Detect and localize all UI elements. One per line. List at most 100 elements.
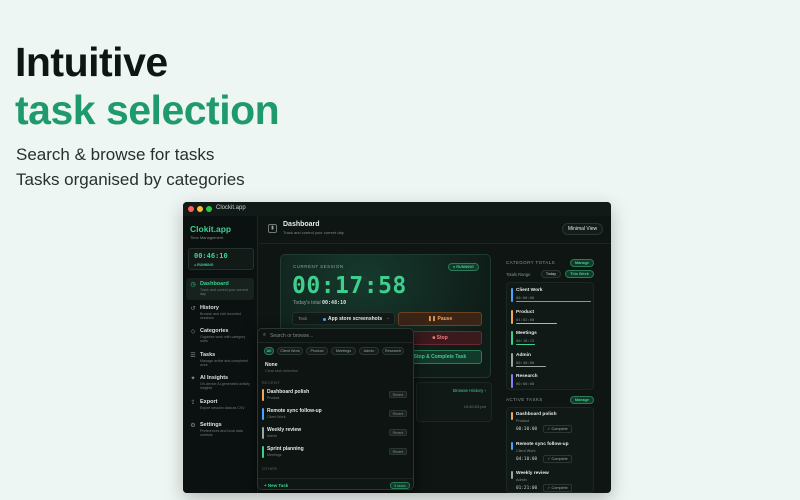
sparkle-icon: ✦ [190, 376, 196, 382]
sidebar-item-label: Categories [200, 328, 229, 334]
task-selector[interactable]: Task App store screenshots ⌄ [292, 312, 395, 325]
category-progress-bar [516, 365, 546, 367]
category-color-bar [511, 352, 513, 367]
category-total-row[interactable]: Client Work 00:00:00 [511, 287, 591, 305]
task-search-input[interactable]: Search or browse... [270, 333, 313, 339]
sidebar-item-desc: Organise work with category rules [200, 335, 246, 344]
category-color-bar [511, 309, 513, 324]
no-task-desc: Clear task selection [265, 369, 299, 373]
filter-chip-all[interactable]: All [264, 347, 274, 355]
filter-chip-client-work[interactable]: Client Work [277, 347, 303, 355]
category-time: 00:00:00 [516, 381, 535, 386]
category-name: Admin [516, 352, 531, 358]
category-time: 00:40:00 [516, 359, 535, 365]
close-window-button[interactable] [188, 206, 194, 212]
task-option-name: Remote sync follow-up [267, 408, 322, 414]
sidebar-item-label: Tasks [200, 351, 216, 358]
active-task-category: Client Work [516, 448, 536, 453]
pause-button[interactable]: ❚❚ Pause [398, 312, 482, 326]
sidebar-toggle-icon[interactable]: ▮ [268, 224, 277, 233]
filter-chip-research[interactable]: Research [382, 347, 404, 355]
tag-icon: ◇ [190, 329, 196, 335]
sidebar-item-desc: Export session data as CSV [200, 405, 245, 410]
complete-task-button[interactable]: ✓ Complete [543, 425, 572, 433]
no-task-option[interactable]: None Clear task selection [265, 362, 298, 373]
brand-logo: Clokit.app [190, 224, 232, 234]
active-task-name: Dashboard polish [516, 412, 557, 417]
active-task-time: 00:30:00 [516, 427, 538, 432]
task-option-category: Meetings [267, 453, 282, 457]
title-bar: Clockit.app [183, 202, 611, 216]
task-search-bar[interactable]: ⌕ Search or browse... [258, 329, 413, 343]
sidebar-item-history[interactable]: ↺ History Browse and edit recorded session… [186, 302, 254, 324]
brand-subtitle: Time Management [190, 235, 224, 240]
active-task-row: Weekly review Admin 01:21:00 ✓ Complete [511, 470, 593, 492]
new-task-button[interactable]: + New Task [264, 483, 288, 488]
active-task-category: Admin [516, 478, 527, 482]
category-name: Client Work [516, 288, 543, 293]
range-option-this-week[interactable]: This Week [565, 270, 594, 278]
mini-timer[interactable]: 00:46:10 ● RUNNING [188, 248, 254, 270]
category-totals-heading: CATEGORY TOTALS [506, 260, 556, 265]
window-title: Clockit.app [216, 205, 246, 211]
hero-subtitle-line2: Tasks organised by categories [16, 170, 245, 189]
complete-task-button[interactable]: ✓ Complete [543, 454, 572, 463]
filter-chip-admin[interactable]: Admin [359, 347, 379, 355]
recent-badge: Recent [389, 391, 407, 398]
sidebar-item-label: Export [200, 398, 218, 405]
filter-chip-meetings[interactable]: Meetings [331, 347, 356, 355]
sidebar-item-ai-insights[interactable]: ✦ AI Insights On-device AI-generated activ… [186, 372, 254, 394]
browse-history-link[interactable]: Browse History › [453, 388, 486, 393]
zoom-window-button[interactable] [206, 206, 212, 212]
sidebar-item-label: Dashboard [200, 281, 229, 287]
complete-task-button[interactable]: ✓ Complete [543, 484, 572, 492]
filter-chip-product[interactable]: Product [306, 347, 328, 355]
task-selector-label: Task [298, 316, 308, 321]
sidebar-item-desc: Manage active and completed work [200, 358, 248, 367]
category-time: 00:00:00 [516, 295, 535, 300]
sidebar-item-dashboard[interactable]: ◷ Dashboard Track and control your current… [186, 278, 254, 300]
minimal-view-button[interactable]: Minimal View [562, 223, 603, 235]
chevron-down-icon: ⌄ [385, 315, 390, 321]
task-option[interactable]: Sprint planning Meetings Recent [262, 445, 411, 461]
task-option[interactable]: Weekly review Admin Recent [262, 426, 411, 442]
task-selector-value: App store screenshots [328, 316, 383, 322]
task-color-bar [511, 471, 513, 479]
sidebar-item-desc: On-device AI-generated activity insights [200, 382, 250, 391]
task-option[interactable]: Remote sync follow-up Client Work Recent [262, 407, 411, 423]
recent-section-heading: RECENT [262, 381, 281, 385]
mini-timer-status: ● RUNNING [194, 263, 214, 267]
manage-categories-button[interactable]: Manage [570, 259, 594, 267]
category-total-row[interactable]: Meetings 00:18:13 [511, 330, 591, 348]
sidebar-item-settings[interactable]: ⚙ Settings Preferences and local data cont… [186, 419, 254, 441]
category-color-bar [511, 331, 513, 345]
task-option-category: Product [267, 396, 280, 400]
sidebar-item-categories[interactable]: ◇ Categories Organise work with category r… [186, 325, 254, 347]
other-section-heading: OTHER [262, 467, 278, 471]
category-name: Meetings [516, 331, 537, 336]
category-progress-bar [516, 322, 558, 324]
category-total-row[interactable]: Product 01:02:00 [511, 309, 591, 327]
category-total-row[interactable]: Admin 00:40:00 [511, 352, 591, 370]
task-option[interactable]: Dashboard polish Product Recent [262, 388, 411, 404]
category-color-bar [511, 288, 513, 302]
task-color-bar [262, 446, 264, 458]
sidebar-item-desc: Track and control your current day [200, 288, 248, 297]
category-total-row[interactable]: Research 00:00:00 [511, 373, 591, 391]
sidebar-item-label: History [200, 304, 219, 311]
sidebar-item-desc: Browse and edit recorded sessions [200, 311, 241, 320]
task-count-badge: 5 tasks [390, 482, 410, 489]
active-task-time: 01:21:00 [516, 486, 538, 491]
category-totals-card: Client Work 00:00:00 Product 01:02:00 Meetin… [506, 282, 594, 390]
manage-tasks-button[interactable]: Manage [570, 396, 594, 404]
recent-badge: Recent [389, 448, 407, 455]
mini-timer-value: 00:46:10 [194, 252, 228, 260]
active-task-row: Dashboard polish Product 00:30:00 ✓ Complet… [511, 411, 593, 437]
category-color-bar [511, 374, 513, 388]
sidebar-item-export[interactable]: ⇪ Export Export session data as CSV [186, 396, 254, 418]
active-tasks-heading: ACTIVE TASKS [506, 397, 543, 402]
range-option-today[interactable]: Today [541, 270, 561, 278]
active-tasks-card: Dashboard polish Product 00:30:00 ✓ Complet… [506, 407, 594, 493]
sidebar-item-tasks[interactable]: ☰ Tasks Manage active and completed work [186, 349, 254, 371]
minimize-window-button[interactable] [197, 206, 203, 212]
